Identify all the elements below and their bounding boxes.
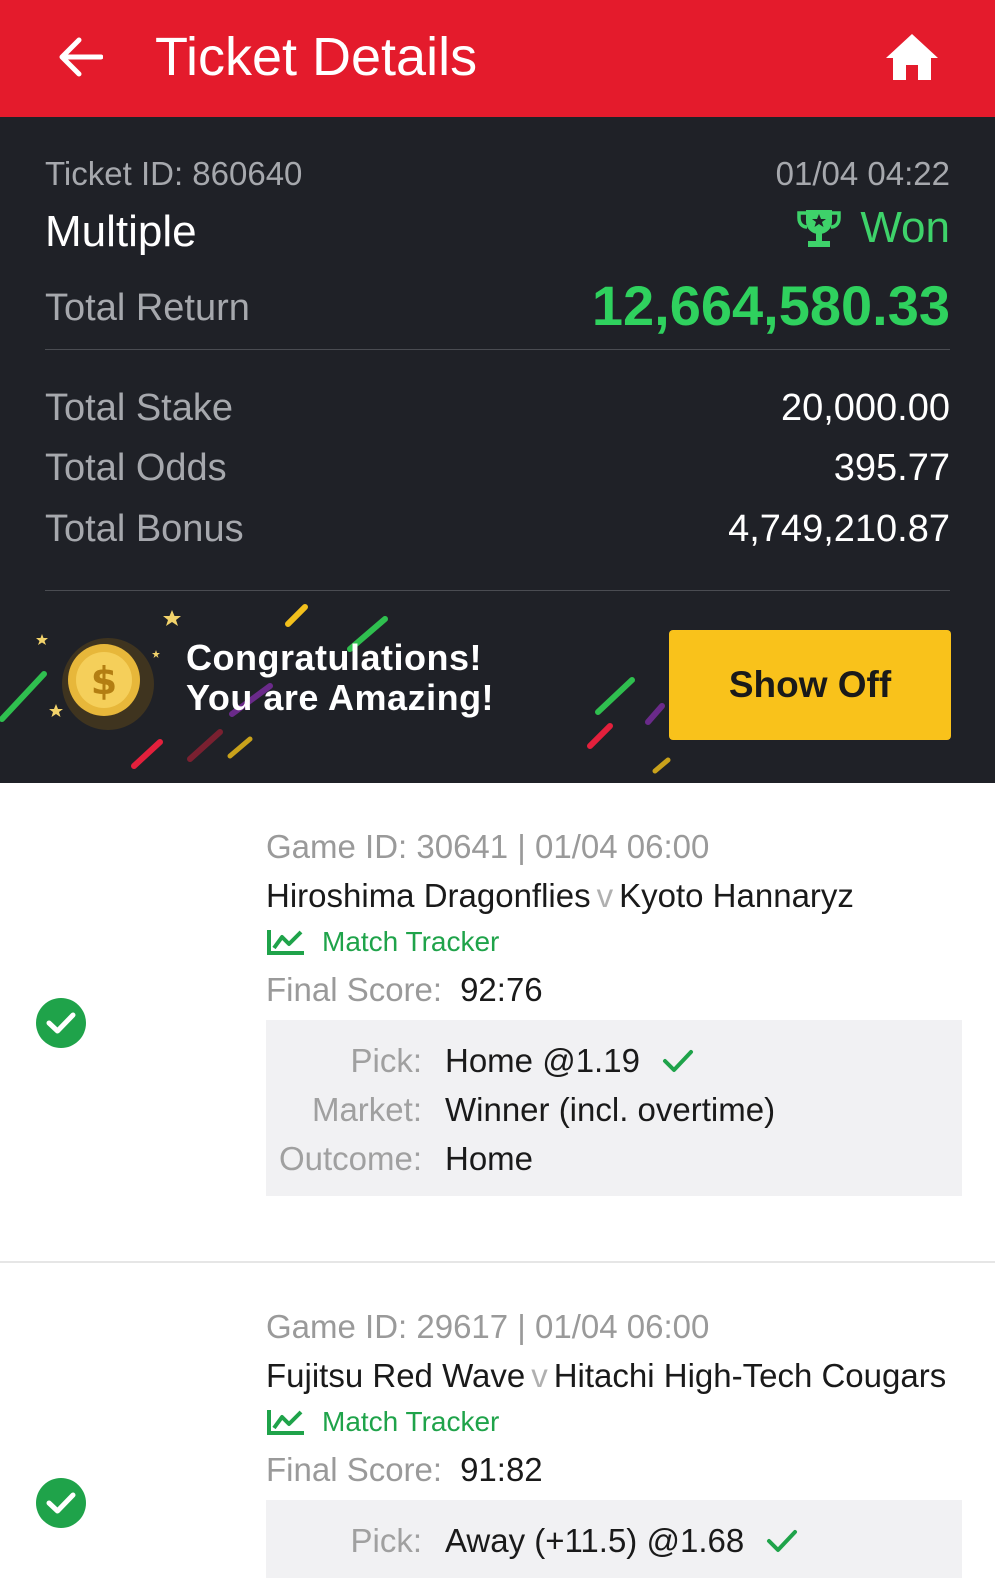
outcome-label: Outcome: xyxy=(278,1140,422,1177)
pick-value-wrap: Away (+11.5) @1.68 xyxy=(445,1522,798,1560)
home-team: Hiroshima Dragonflies xyxy=(266,877,591,914)
final-score-label: Final Score: xyxy=(266,971,443,1008)
divider xyxy=(45,349,950,350)
pick-details: Pick: Away (+11.5) @1.68 xyxy=(266,1500,962,1578)
pick-details: Pick: Home @1.19 Market: Winner (incl. o… xyxy=(266,1020,962,1196)
final-score: Final Score: 92:76 xyxy=(266,971,543,1009)
home-button[interactable] xyxy=(882,27,942,87)
ticket-id: Ticket ID: 860640 xyxy=(45,155,303,192)
game-id: Game ID: 29617 | 01/04 06:00 xyxy=(266,1308,710,1345)
game-id: Game ID: 30641 | 01/04 06:00 xyxy=(266,828,710,865)
total-odds-row: Total Odds 395.77 xyxy=(45,447,950,493)
teams: Fujitsu Red Wave v Hitachi High-Tech Couga… xyxy=(266,1357,946,1395)
total-stake-row: Total Stake 20,000.00 xyxy=(45,387,950,433)
divider xyxy=(45,590,950,591)
vs-label: v xyxy=(531,1357,548,1394)
check-icon xyxy=(767,1530,798,1552)
total-return-value: 12,664,580.33 xyxy=(591,274,950,337)
match-tracker-link[interactable]: Match Tracker xyxy=(266,1406,499,1438)
final-score-value: 92:76 xyxy=(460,971,543,1008)
trophy-icon xyxy=(797,210,842,247)
page-title: Ticket Details xyxy=(155,27,478,87)
pick-label: Pick: xyxy=(350,1522,422,1559)
home-icon xyxy=(886,34,938,80)
match-tracker-label: Match Tracker xyxy=(322,926,500,957)
chart-line-icon xyxy=(267,930,304,955)
pick-value: Away (+11.5) @1.68 xyxy=(445,1522,745,1559)
total-bonus-value: 4,749,210.87 xyxy=(728,508,950,550)
match-tracker-link[interactable]: Match Tracker xyxy=(266,926,499,958)
market-label: Market: xyxy=(311,1091,422,1128)
outcome-value: Home xyxy=(445,1140,534,1177)
status-badge: Won xyxy=(796,203,950,253)
back-button[interactable] xyxy=(50,30,110,84)
total-bonus-label: Total Bonus xyxy=(45,508,244,550)
away-team: Hitachi High-Tech Cougars xyxy=(553,1357,947,1394)
game-card: Game ID: 30641 | 01/04 06:00 Hiroshima D… xyxy=(0,783,995,1263)
svg-text:$: $ xyxy=(91,659,117,703)
arrow-left-icon xyxy=(59,37,103,77)
home-team: Fujitsu Red Wave xyxy=(266,1357,526,1394)
pick-value-wrap: Home @1.19 xyxy=(445,1042,694,1080)
total-return-label: Total Return xyxy=(45,287,250,329)
game-card: Game ID: 29617 | 01/04 06:00 Fujitsu Red… xyxy=(0,1263,995,1578)
vs-label: v xyxy=(596,877,614,914)
match-tracker-label: Match Tracker xyxy=(322,1406,500,1437)
congrats-line-2: You are Amazing! xyxy=(186,677,495,718)
away-team: Kyoto Hannaryz xyxy=(619,877,854,914)
coin-icon: $ xyxy=(62,638,154,730)
total-bonus-row: Total Bonus 4,749,210.87 xyxy=(45,508,950,554)
check-icon xyxy=(662,1050,693,1072)
final-score-label: Final Score: xyxy=(266,1451,443,1488)
app-header: Ticket Details xyxy=(0,0,995,117)
show-off-button[interactable]: Show Off xyxy=(669,630,951,740)
total-odds-label: Total Odds xyxy=(45,447,227,489)
check-circle-icon xyxy=(36,1478,86,1528)
congrats-text: Congratulations! You are Amazing! xyxy=(186,638,494,718)
total-return-row: Total Return 12,664,580.33 xyxy=(45,274,950,337)
pick-value: Home @1.19 xyxy=(445,1042,640,1079)
ticket-meta-row: Ticket ID: 860640 01/04 04:22 xyxy=(45,155,950,195)
check-circle-icon xyxy=(36,998,86,1048)
final-score-value: 91:82 xyxy=(460,1451,543,1488)
total-odds-value: 395.77 xyxy=(833,447,950,489)
total-stake-value: 20,000.00 xyxy=(780,387,950,429)
status-text: Won xyxy=(860,203,950,252)
ticket-datetime: 01/04 04:22 xyxy=(775,155,950,192)
market-value: Winner (incl. overtime) xyxy=(445,1091,776,1128)
teams: Hiroshima Dragonflies v Kyoto Hannaryz xyxy=(266,877,854,915)
congrats-line-1: Congratulations! xyxy=(186,637,482,678)
ticket-type: Multiple xyxy=(45,207,197,256)
pick-label: Pick: xyxy=(350,1042,422,1079)
chart-line-icon xyxy=(267,1410,304,1435)
ticket-summary: Ticket ID: 860640 01/04 04:22 Multiple W… xyxy=(0,117,995,783)
congrats-banner: $ Congratulations! You are Amazing! Show… xyxy=(0,594,995,783)
ticket-type-row: Multiple Won xyxy=(45,203,950,263)
total-stake-label: Total Stake xyxy=(45,387,233,429)
final-score: Final Score: 91:82 xyxy=(266,1451,543,1489)
